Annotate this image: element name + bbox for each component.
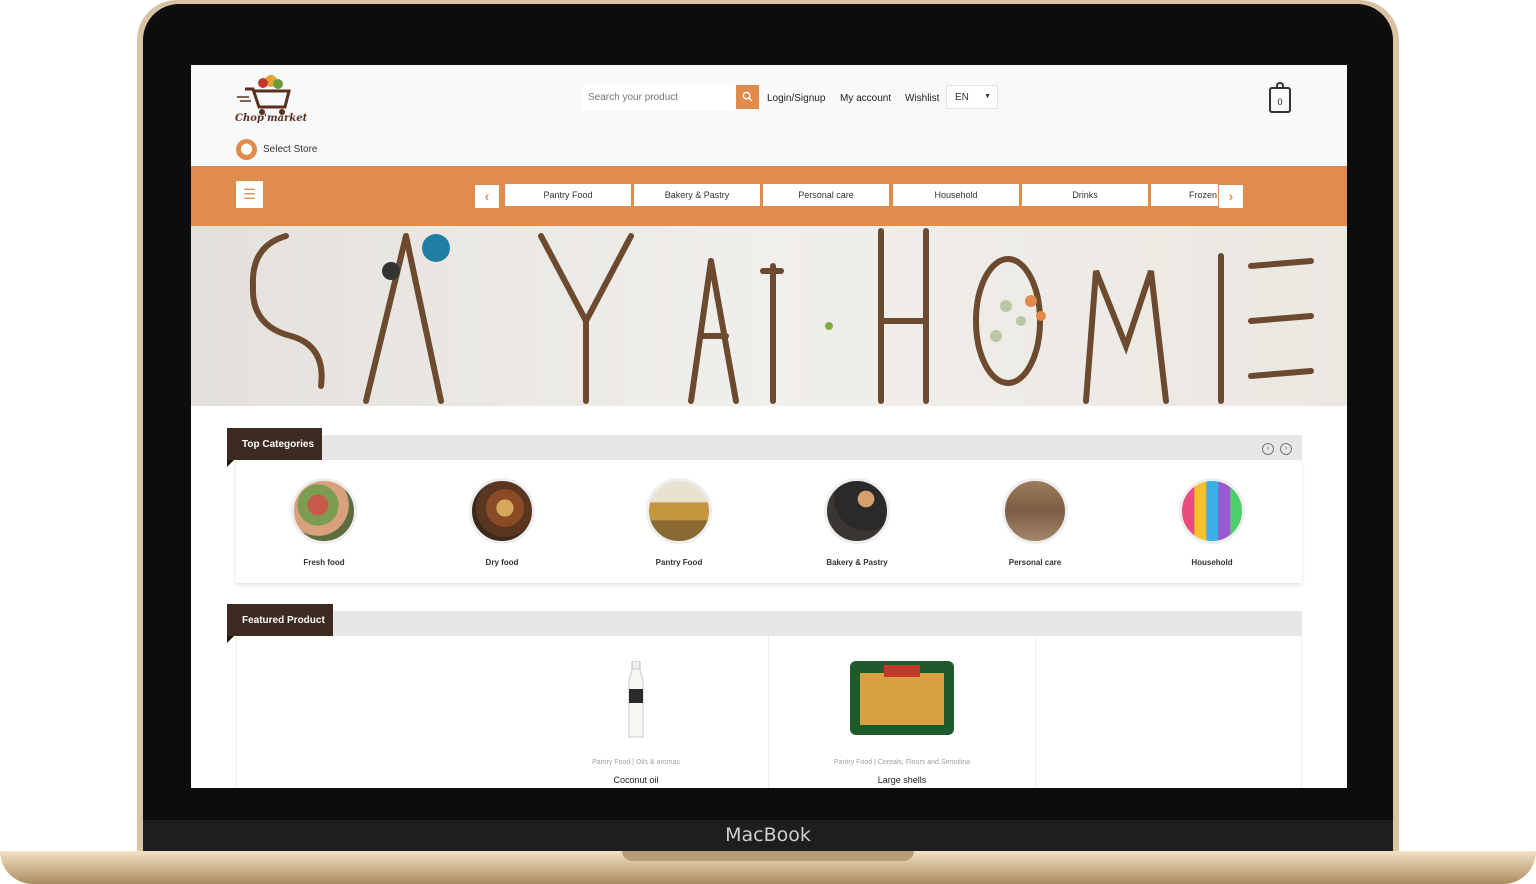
dry-food-image xyxy=(469,478,535,544)
grid-divider xyxy=(1035,636,1036,788)
chevron-right-icon[interactable]: › xyxy=(1219,185,1243,208)
top-categories-title: Top Categories xyxy=(227,428,322,460)
grid-divider xyxy=(1301,636,1302,788)
laptop-brand-label: MacBook xyxy=(725,824,811,846)
search-input[interactable] xyxy=(582,85,737,110)
carousel-next-icon[interactable]: › xyxy=(1280,443,1292,455)
category-card-bakery-pastry[interactable]: Bakery & Pastry xyxy=(802,478,912,567)
top-categories-header-bar xyxy=(227,435,1302,460)
search-button[interactable] xyxy=(736,85,759,109)
coconut-oil-bottle-image xyxy=(628,661,644,738)
category-card-household[interactable]: Household xyxy=(1157,478,1267,567)
language-select[interactable]: EN ▼ xyxy=(946,85,998,109)
language-value: EN xyxy=(955,92,969,103)
product-card-coconut-oil[interactable]: Pantry Food | Oils & aromas Coconut oil xyxy=(536,636,736,785)
category-name: Bakery & Pastry xyxy=(826,558,888,567)
section-tab-fold xyxy=(227,460,234,467)
category-name: Fresh food xyxy=(303,558,345,567)
section-tab-fold xyxy=(227,636,234,643)
product-card-large-shells[interactable]: Pantry Food | Cereals, Flours and Semoli… xyxy=(802,636,1002,785)
login-signup-link[interactable]: Login/Signup xyxy=(767,93,825,104)
product-category: Pantry Food | Cereals, Flours and Semoli… xyxy=(833,759,971,766)
site-header: Chop'market ⬤ Select Store Login/Signup … xyxy=(191,65,1347,166)
category-card-personal-care[interactable]: Personal care xyxy=(980,478,1090,567)
my-account-link[interactable]: My account xyxy=(840,93,891,104)
category-name: Household xyxy=(1191,558,1233,567)
household-image xyxy=(1179,478,1245,544)
pantry-food-image xyxy=(646,478,712,544)
category-card-fresh-food[interactable]: Fresh food xyxy=(269,478,379,567)
personal-care-image xyxy=(1002,478,1068,544)
category-tabs: Pantry Food Bakery & Pastry Personal car… xyxy=(505,184,1218,206)
category-tab-household[interactable]: Household xyxy=(893,184,1019,206)
laptop-notch xyxy=(622,851,914,861)
carousel-prev-icon[interactable]: ‹ xyxy=(1262,443,1274,455)
kitchen-utensils-illustration xyxy=(249,228,1314,404)
logo-text: Chop'market xyxy=(235,113,308,124)
location-pin-icon[interactable]: ⬤ xyxy=(236,139,257,160)
hero-banner[interactable] xyxy=(191,226,1347,406)
featured-product-title: Featured Product xyxy=(227,604,333,636)
category-card-dry-food[interactable]: Dry food xyxy=(447,478,557,567)
product-name[interactable]: Large shells xyxy=(802,775,1002,785)
fresh-food-image xyxy=(291,478,357,544)
category-nav-bar: ☰ ‹ Pantry Food Bakery & Pastry Personal… xyxy=(191,166,1347,226)
pasta-bag-image xyxy=(850,661,954,735)
category-tab-pantry-food[interactable]: Pantry Food xyxy=(505,184,631,206)
category-card-pantry-food[interactable]: Pantry Food xyxy=(624,478,734,567)
grid-divider xyxy=(236,636,237,788)
cart-count: 0 xyxy=(1277,97,1283,107)
select-store-link[interactable]: Select Store xyxy=(263,144,317,155)
featured-header-bar xyxy=(227,611,1302,636)
browser-screen: Chop'market ⬤ Select Store Login/Signup … xyxy=(191,65,1347,788)
category-tab-personal-care[interactable]: Personal care xyxy=(763,184,889,206)
grid-divider xyxy=(768,636,769,788)
category-name: Dry food xyxy=(485,558,519,567)
shopping-bag-icon xyxy=(1276,82,1284,89)
top-categories-panel xyxy=(236,461,1302,583)
hamburger-menu-icon[interactable]: ☰ xyxy=(236,181,263,208)
chevron-left-icon[interactable]: ‹ xyxy=(475,185,499,208)
category-tab-frozen[interactable]: Frozen xyxy=(1151,184,1218,206)
bakery-pastry-image xyxy=(824,478,890,544)
category-tab-bakery-pastry[interactable]: Bakery & Pastry xyxy=(634,184,760,206)
caret-down-icon: ▼ xyxy=(984,93,991,100)
featured-products-grid: Pantry Food | Oils & aromas Coconut oil … xyxy=(236,636,1302,788)
category-name: Pantry Food xyxy=(655,558,703,567)
product-name[interactable]: Coconut oil xyxy=(536,775,736,785)
wishlist-link[interactable]: Wishlist xyxy=(905,93,939,104)
category-name: Personal care xyxy=(1008,558,1062,567)
product-category: Pantry Food | Oils & aromas xyxy=(592,759,680,766)
search-icon xyxy=(742,91,753,102)
shopping-bag-button[interactable]: 0 xyxy=(1269,82,1291,113)
category-tab-drinks[interactable]: Drinks xyxy=(1022,184,1148,206)
